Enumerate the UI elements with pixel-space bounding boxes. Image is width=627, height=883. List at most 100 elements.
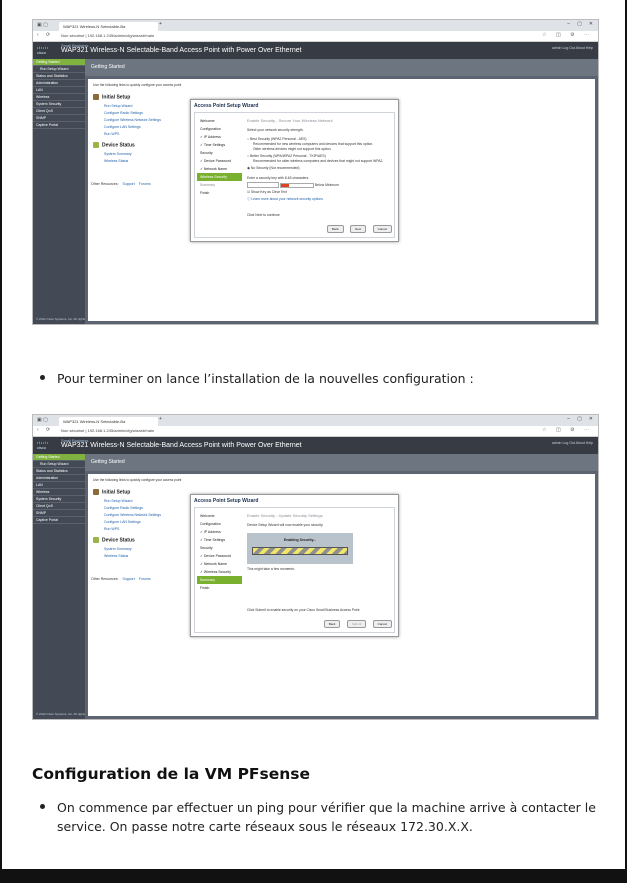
step-time-settings: ✓ Time Settings: [200, 538, 226, 542]
link-wireless-status[interactable]: Wireless Status: [104, 554, 128, 558]
nav-item-client-qos[interactable]: Client QoS: [33, 503, 85, 510]
minimize-icon[interactable]: –: [567, 416, 570, 422]
link-wireless-status[interactable]: Wireless Status: [104, 159, 128, 163]
nav-item-snmp[interactable]: SNMP: [33, 510, 85, 517]
close-icon[interactable]: ✕: [589, 21, 593, 27]
nav-item-system-security[interactable]: System Security: [33, 101, 85, 108]
top-links[interactable]: admin Log Out About Help: [552, 46, 593, 50]
step-time-settings: ✓ Time Settings: [200, 143, 226, 147]
radio-icon[interactable]: ○: [247, 154, 249, 158]
tab-actions-icon[interactable]: ▣ ▢: [37, 417, 48, 423]
nav-item-getting-started[interactable]: Getting Started: [33, 454, 85, 461]
dialog-body: Welcome Configuration ✓ IP Address ✓ Tim…: [194, 112, 395, 238]
new-tab-icon[interactable]: +: [159, 416, 162, 422]
link-run-wps[interactable]: Run WPS: [104, 132, 119, 136]
page-border-left: [0, 0, 2, 883]
browser-tab[interactable]: WAP321 Wireless-N Selectable-Ba: [59, 22, 158, 31]
progress-note: This might take a few moments.: [247, 567, 295, 571]
browser-toolbar-icons[interactable]: ☆ ◫ ⚙ ⋯: [542, 427, 593, 433]
link-wireless-settings[interactable]: Configure Wireless Network Settings: [104, 118, 161, 122]
cancel-button[interactable]: Cancel: [372, 225, 392, 233]
link-wireless-settings[interactable]: Configure Wireless Network Settings: [104, 513, 161, 517]
minimize-icon[interactable]: –: [567, 21, 570, 27]
nav-item-captive-portal[interactable]: Captive Portal: [33, 517, 85, 524]
nav-item-getting-started[interactable]: Getting Started: [33, 59, 85, 66]
url-field[interactable]: Non sécurisé | 192.168.1.245/admin/cfg/w…: [61, 428, 154, 433]
nav-buttons-icon[interactable]: ‹ ⟳: [37, 32, 53, 38]
link-run-setup-wizard[interactable]: Run Setup Wizard: [104, 104, 132, 108]
link-system-summary[interactable]: System Summary: [104, 547, 132, 551]
submit-button[interactable]: Submit: [346, 620, 367, 628]
url-field[interactable]: Non sécurisé | 192.168.1.245/admin/cfg/w…: [61, 33, 154, 38]
nav-item-system-security[interactable]: System Security: [33, 496, 85, 503]
step-security: Security: [200, 546, 213, 550]
setup-wizard-dialog: Access Point Setup Wizard Welcome Config…: [190, 99, 399, 242]
show-key-checkbox[interactable]: ☑ Show Key as Clear Text: [247, 190, 287, 194]
link-run-wps[interactable]: Run WPS: [104, 527, 119, 531]
nav-item-captive-portal[interactable]: Captive Portal: [33, 122, 85, 129]
close-icon[interactable]: ✕: [589, 416, 593, 422]
tab-actions-icon[interactable]: ▣ ▢: [37, 22, 48, 28]
link-support[interactable]: Support: [122, 182, 134, 186]
other-resources: Other Resources: Support Forums: [91, 577, 151, 581]
nav-buttons-icon[interactable]: ‹ ⟳: [37, 427, 53, 433]
initial-setup-heading: Initial Setup: [93, 489, 130, 495]
browser-toolbar-icons[interactable]: ☆ ◫ ⚙ ⋯: [542, 32, 593, 38]
radio-icon[interactable]: ○: [247, 137, 249, 141]
step-configuration: Configuration: [200, 522, 221, 526]
device-status-heading: Device Status: [93, 142, 135, 148]
nav-item-wireless[interactable]: Wireless: [33, 489, 85, 496]
link-lan-settings[interactable]: Configure LAN Settings: [104, 125, 141, 129]
nav-item-run-wizard[interactable]: Run Setup Wizard: [33, 461, 85, 468]
nav-item-status[interactable]: Status and Statistics: [33, 468, 85, 475]
maximize-icon[interactable]: ▢: [577, 21, 582, 27]
left-nav: Getting Started Run Setup Wizard Status …: [33, 59, 98, 324]
bullet-text-line2: service. On passe notre carte réseaux so…: [57, 819, 473, 834]
browser-tab[interactable]: WAP321 Wireless-N Selectable-Ba: [59, 417, 158, 426]
step-wireless-security: Wireless Security: [197, 173, 242, 181]
nav-item-client-qos[interactable]: Client QoS: [33, 108, 85, 115]
nav-item-administration[interactable]: Administration: [33, 80, 85, 87]
nav-item-lan[interactable]: LAN: [33, 482, 85, 489]
back-button[interactable]: Back: [323, 620, 341, 628]
step-network-name: ✓ Network Name: [200, 562, 228, 566]
option-best-security[interactable]: ○ Best Security (WPA2 Personal - AES): [247, 137, 306, 141]
learn-more-link[interactable]: ⓘ Learn more about your network security…: [247, 196, 323, 201]
nav-item-run-wizard[interactable]: Run Setup Wizard: [33, 66, 85, 73]
link-support[interactable]: Support: [122, 577, 134, 581]
option-better-security[interactable]: ○ Better Security (WPA/WPA2 Personal - T…: [247, 154, 326, 158]
screenshot-wizard-summary: ▣ ▢ WAP321 Wireless-N Selectable-Ba + – …: [32, 414, 599, 720]
checkbox-icon[interactable]: ☑: [247, 190, 250, 194]
content-panel: Use the following links to quickly confi…: [88, 79, 595, 321]
nav-item-status[interactable]: Status and Statistics: [33, 73, 85, 80]
link-radio-settings[interactable]: Configure Radio Settings: [104, 506, 143, 510]
link-system-summary[interactable]: System Summary: [104, 152, 132, 156]
top-links[interactable]: admin Log Out About Help: [552, 441, 593, 445]
next-button[interactable]: Next: [350, 225, 367, 233]
other-resources: Other Resources: Support Forums: [91, 182, 151, 186]
nav-item-wireless[interactable]: Wireless: [33, 94, 85, 101]
link-radio-settings[interactable]: Configure Radio Settings: [104, 111, 143, 115]
link-forums[interactable]: Forums: [139, 577, 151, 581]
page-title: Getting Started: [85, 59, 598, 76]
radio-selected-icon[interactable]: ◉: [247, 166, 250, 170]
security-key-input[interactable]: [247, 182, 279, 188]
wizard-header: Enable Security - Update Security Settin…: [247, 513, 323, 518]
maximize-icon[interactable]: ▢: [577, 416, 582, 422]
link-run-setup-wizard[interactable]: Run Setup Wizard: [104, 499, 132, 503]
option-no-security[interactable]: ◉ No Security (Not recommended): [247, 166, 300, 170]
nav-item-administration[interactable]: Administration: [33, 475, 85, 482]
link-lan-settings[interactable]: Configure LAN Settings: [104, 520, 141, 524]
back-button[interactable]: Back: [326, 225, 344, 233]
app-header: ılıılı cisco Small Business WAP321 Wirele…: [33, 42, 598, 60]
bullet-dot: [40, 375, 45, 380]
nav-item-snmp[interactable]: SNMP: [33, 115, 85, 122]
wizard-steps: Welcome Configuration ✓ IP Address ✓ Tim…: [197, 117, 242, 197]
dialog-body: Welcome Configuration ✓ IP Address ✓ Tim…: [194, 507, 395, 633]
cancel-button[interactable]: Cancel: [372, 620, 392, 628]
link-forums[interactable]: Forums: [139, 182, 151, 186]
nav-item-lan[interactable]: LAN: [33, 87, 85, 94]
new-tab-icon[interactable]: +: [159, 21, 162, 27]
click-next-text: Click Next to continue: [247, 213, 280, 217]
setup-icon: [93, 94, 99, 100]
